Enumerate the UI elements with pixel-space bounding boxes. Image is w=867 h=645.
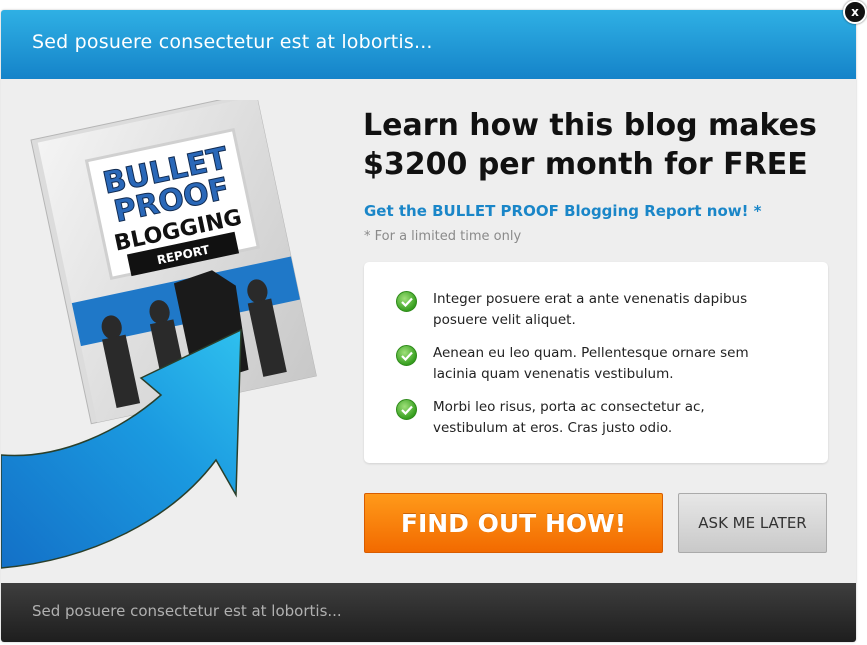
footer-text: Sed posuere consectetur est at lobortis.… bbox=[32, 602, 342, 620]
close-icon: x bbox=[851, 5, 859, 19]
bullet-line2: lacinia quam venenatis vestibulum. bbox=[433, 366, 674, 382]
popup-header: Sed posuere consectetur est at lobortis.… bbox=[1, 10, 856, 79]
check-icon bbox=[396, 399, 417, 420]
bullet-line2: vestibulum at eros. Cras justo odio. bbox=[433, 420, 673, 436]
headline: Learn how this blog makes $3200 per mont… bbox=[363, 106, 843, 184]
bullet-line2: posuere velit aliquet. bbox=[433, 312, 576, 328]
find-out-how-button[interactable]: FIND OUT HOW! bbox=[364, 493, 663, 553]
headline-line2: $3200 per month for FREE bbox=[363, 147, 808, 182]
popup-footer: Sed posuere consectetur est at lobortis.… bbox=[1, 583, 856, 642]
ask-me-later-button[interactable]: ASK ME LATER bbox=[678, 493, 827, 553]
limited-time-note: * For a limited time only bbox=[364, 229, 522, 244]
bullet-line1: Aenean eu leo quam. Pellentesque ornare … bbox=[433, 345, 749, 361]
bullet-line1: Integer posuere erat a ante venenatis da… bbox=[433, 291, 748, 307]
benefits-card: Integer posuere erat a ante venenatis da… bbox=[364, 262, 828, 463]
check-icon bbox=[396, 345, 417, 366]
check-icon bbox=[396, 291, 417, 312]
ebook-artwork: BULLET PROOF BLOGGING REPORT bbox=[1, 100, 317, 569]
bullet-line1: Morbi leo risus, porta ac consectetur ac… bbox=[433, 399, 705, 415]
headline-line1: Learn how this blog makes bbox=[363, 108, 817, 143]
popup-modal: Sed posuere consectetur est at lobortis.… bbox=[1, 10, 856, 642]
close-button[interactable]: x bbox=[843, 0, 867, 24]
subhead: Get the BULLET PROOF Blogging Report now… bbox=[364, 202, 762, 220]
header-title: Sed posuere consectetur est at lobortis.… bbox=[32, 31, 433, 53]
